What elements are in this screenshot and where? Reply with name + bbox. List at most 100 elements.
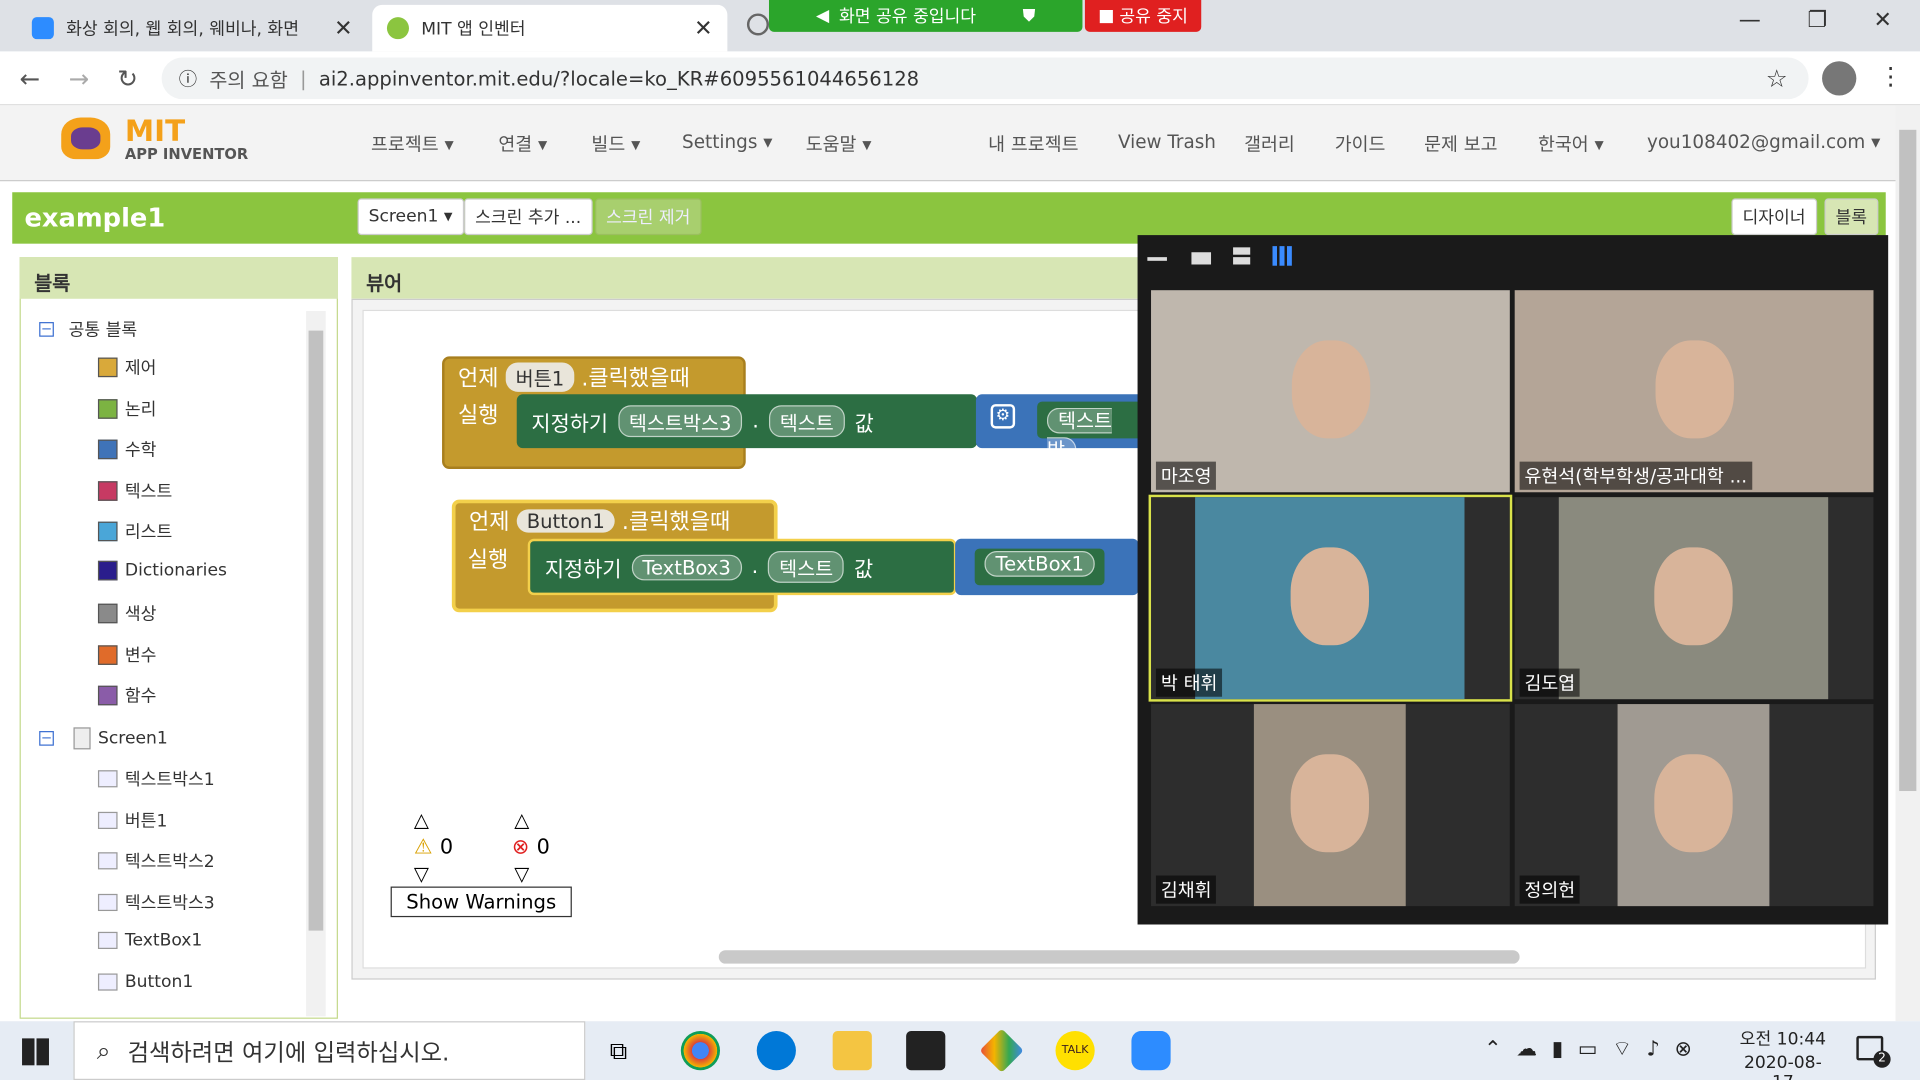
tree-component-2[interactable]: 텍스트박스2 [97,849,215,873]
app-inventor-logo[interactable] [54,113,123,167]
show-warnings-button[interactable]: Show Warnings [390,886,572,918]
tree-category-2[interactable]: 수학 [97,437,156,461]
component-dropdown[interactable]: 버튼1 [505,362,574,392]
minimize-view-icon[interactable] [1147,257,1167,261]
value-block[interactable]: 텍스트박 [1037,401,1148,463]
tree-component-0[interactable]: 텍스트박스1 [97,767,215,791]
page-scrollbar[interactable] [1895,105,1920,1022]
kakaotalk-icon[interactable]: TALK [1055,1031,1095,1071]
collapse-icon[interactable]: − [39,322,54,337]
avatar[interactable] [1822,61,1857,96]
globe-icon[interactable] [746,13,769,36]
screen-select[interactable]: Screen1 ▾ [357,198,464,236]
menu-connect[interactable]: 연결 ▾ [498,131,547,157]
set-block-2[interactable]: 지정하기 TextBox3 . 텍스트 값 [527,538,957,596]
reload-icon[interactable]: ↻ [118,64,139,93]
tree-category-1[interactable]: 논리 [97,396,156,420]
workspace-hscrollbar[interactable] [718,950,1520,964]
link-view-trash[interactable]: View Trash [1118,131,1216,153]
property-dropdown[interactable]: 텍스트 [768,551,845,583]
link-guide[interactable]: 가이드 [1335,131,1386,157]
property-dropdown[interactable]: 텍스트 [768,405,845,438]
participant-tile[interactable]: 김도엽 [1514,497,1874,700]
tree-category-7[interactable]: 변수 [97,642,156,666]
tab-app-inventor[interactable]: MIT 앱 인벤터 ✕ [372,4,728,52]
file-explorer-icon[interactable] [832,1031,872,1071]
star-icon[interactable]: ☆ [1766,64,1788,93]
link-my-projects[interactable]: 내 프로젝트 [988,131,1078,157]
menu-build[interactable]: 빌드 ▾ [591,131,640,157]
account-menu[interactable]: you108402@gmail.com ▾ [1647,131,1880,153]
taskbar-search[interactable]: ⌕ 검색하려면 여기에 입력하십시오. [73,1021,586,1080]
tree-screen1[interactable]: − Screen1 [39,727,168,750]
text-block-1[interactable]: ⚙ 텍스트박 [975,394,1148,463]
zoom-app-icon[interactable] [1131,1031,1171,1071]
task-view-icon[interactable]: ⧉ [610,1036,627,1065]
close-icon[interactable]: ✕ [694,15,712,41]
participant-tile[interactable]: 김채휘 [1151,704,1510,907]
tree-component-3[interactable]: 텍스트박스3 [97,890,215,914]
add-screen-button[interactable]: 스크린 추가 ... [464,198,593,236]
tree-component-5[interactable]: Button1 [97,972,193,992]
window-close-icon[interactable]: ✕ [1873,7,1891,33]
menu-project[interactable]: 프로젝트 ▾ [371,131,454,157]
value-block[interactable]: TextBox1 [974,548,1105,586]
tree-category-8[interactable]: 함수 [97,683,156,707]
text-block-2[interactable]: TextBox1 [955,538,1139,596]
tree-component-1[interactable]: 버튼1 [97,808,167,832]
when-label: 언제 [468,509,510,536]
participant-tile[interactable]: 박 태휘 [1148,494,1513,702]
tree-category-3[interactable]: 텍스트 [97,478,172,502]
menu-help[interactable]: 도움말 ▾ [806,131,872,157]
clock-date[interactable]: 2020-08-17 [1734,1053,1832,1080]
gallery-view-icon[interactable] [1272,246,1292,266]
remove-screen-button[interactable]: 스크린 제거 [595,198,702,236]
component-dropdown[interactable]: Button1 [516,508,615,533]
participant-tile[interactable]: 정의헌 [1514,704,1874,907]
windows-start-icon[interactable] [22,1038,49,1066]
blocks-button[interactable]: 블록 [1824,198,1879,236]
tab-zoom[interactable]: 화상 회의, 웹 회의, 웨비나, 화면 ✕ [17,5,367,52]
tree-category-6[interactable]: 색상 [97,601,156,625]
tree-category-5[interactable]: Dictionaries [97,560,227,580]
security-label: 주의 요함 [209,68,288,92]
minimize-icon[interactable]: — [1739,7,1761,33]
close-icon[interactable]: ✕ [334,15,352,41]
forward-icon[interactable]: → [69,64,90,93]
errors-up-icon[interactable]: △ [514,808,529,831]
edge-icon[interactable] [756,1031,796,1071]
url-field[interactable]: ⓘ 주의 요함 | ai2.appinventor.mit.edu/?local… [161,57,1809,100]
errors-down-icon[interactable]: ▽ [514,862,529,885]
collapse-icon[interactable]: − [39,731,54,746]
stop-share-button[interactable]: ■ 공유 중지 [1084,0,1202,32]
target-dropdown[interactable]: TextBox3 [631,554,742,580]
system-tray-icons[interactable]: ⌃☁▮▭⌔♪⊗ [1484,1036,1707,1061]
menu-settings[interactable]: Settings ▾ [682,131,772,153]
set-block-1[interactable]: 지정하기 텍스트박스3 . 텍스트 값 [516,394,978,449]
chrome-icon[interactable] [680,1031,721,1071]
clock-time[interactable]: 오전 10:44 [1739,1026,1827,1050]
tree-builtin[interactable]: − 공통 블록 [39,317,137,341]
designer-button[interactable]: 디자이너 [1731,198,1817,236]
side-view-icon[interactable] [1233,247,1251,265]
participant-tile[interactable]: 유현석(학부학생/공과대학 ... [1514,290,1874,493]
link-report[interactable]: 문제 보고 [1424,131,1497,157]
speaker-view-icon[interactable] [1191,252,1212,265]
warning-icon: ⚠ [413,835,433,860]
warnings-up-icon[interactable]: △ [414,808,429,831]
restore-icon[interactable]: ❐ [1807,7,1827,33]
tree-category-0[interactable]: 제어 [97,355,156,379]
gear-icon[interactable]: ⚙ [990,404,1016,429]
link-gallery[interactable]: 갤러리 [1244,131,1295,157]
store-icon[interactable] [906,1031,946,1071]
target-dropdown[interactable]: 텍스트박스3 [617,405,743,438]
tree-component-4[interactable]: TextBox1 [97,931,202,951]
tree-category-4[interactable]: 리스트 [97,519,172,543]
blocks-scrollbar[interactable] [306,311,326,1017]
participant-tile[interactable]: 마조영 [1151,290,1510,493]
warnings-down-icon[interactable]: ▽ [414,862,429,885]
more-icon[interactable]: ⋮ [1878,61,1902,90]
back-icon[interactable]: ← [20,64,41,93]
value-dropdown[interactable]: TextBox1 [984,551,1096,577]
language-menu[interactable]: 한국어 ▾ [1538,131,1604,157]
